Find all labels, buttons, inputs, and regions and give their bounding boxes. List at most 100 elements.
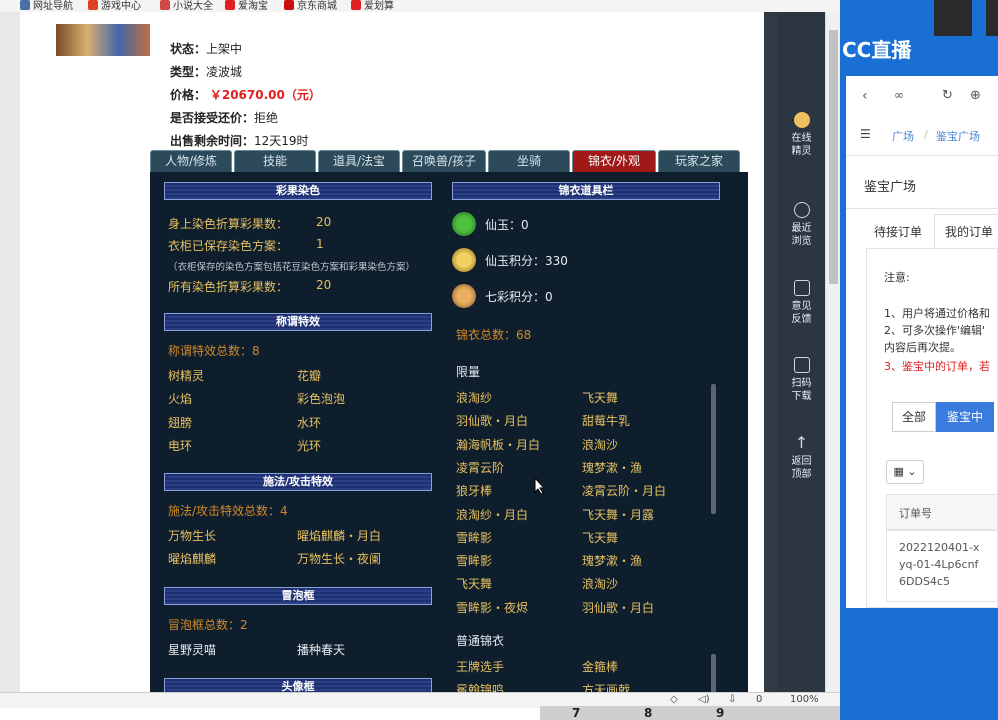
bookmark-item[interactable]: 爱划算 (351, 0, 394, 12)
wardrobe-header: 锦衣道具栏 (452, 182, 720, 200)
spell-effect-item: 万物生长・夜阑 (297, 552, 382, 567)
limited-outfit-item: 浪淘沙 (582, 577, 619, 592)
breadcrumb-sep: / (924, 128, 928, 141)
page-scrollbar[interactable] (825, 12, 840, 706)
back-icon[interactable]: ‹ (862, 88, 868, 104)
tab-4[interactable]: 坐骑 (488, 150, 570, 172)
shield-icon: ◇ (670, 694, 678, 705)
rainbow-points: 七彩积分：0 (485, 290, 553, 304)
user-avatar-icon[interactable] (934, 0, 972, 36)
limited-outfit-item: 羽仙歌・月白 (582, 600, 655, 615)
filter-all-button[interactable]: 全部 (892, 402, 936, 432)
left-gutter (0, 12, 20, 706)
tab-0[interactable]: 人物/修炼 (150, 150, 232, 172)
price-row: 价格： ￥20670.00（元） (170, 88, 321, 102)
dye-total-value: 20 (316, 278, 332, 292)
bookmark-icon (225, 0, 235, 10)
tab-1[interactable]: 技能 (234, 150, 316, 172)
limited-outfit-item: 飞天舞 (456, 577, 493, 592)
title-effect-item: 彩色泡泡 (297, 392, 346, 407)
limited-outfit-item: 飞天舞・月露 (582, 507, 655, 522)
bookmark-item[interactable]: 游戏中心 (88, 0, 141, 12)
dye-total-label: 所有染色折算彩果数： (168, 280, 289, 294)
bookmark-icon (160, 0, 170, 10)
filter-appraising-button[interactable]: 鉴宝中 (936, 402, 994, 432)
appearance-panel: 彩果染色 身上染色折算彩果数： 20 衣柜已保存染色方案： 1 （衣柜保存的染色… (150, 172, 748, 697)
jade-points: 仙玉积分：330 (485, 254, 568, 268)
sidebar-scan[interactable]: 扫码下载 (778, 357, 825, 403)
sidebar-recent[interactable]: 最近浏览 (778, 202, 825, 248)
bookmark-item[interactable]: 京东商城 (284, 0, 337, 12)
notice-3: 3、鉴宝中的订单，若 (884, 360, 990, 373)
limited-scroll-thumb[interactable] (711, 384, 716, 514)
window-chrome (986, 0, 998, 36)
dye-body-label: 身上染色折算彩果数： (168, 217, 289, 231)
title-effect-item: 花瓣 (297, 369, 322, 383)
bookmark-item[interactable]: 小说大全 (160, 0, 213, 12)
type-row: 类型：凌波城 (170, 65, 243, 79)
tab-my-orders[interactable]: 我的订单 (934, 214, 998, 248)
speaker-icon[interactable]: ◁) (698, 694, 710, 705)
spell-effect-item: 曜焰麒麟・月白 (297, 529, 382, 543)
globe-icon[interactable]: ⊕ (970, 88, 981, 103)
breadcrumb-2[interactable]: 鉴宝广场 (936, 128, 980, 144)
bookmark-item[interactable]: 网址导航 (20, 0, 73, 12)
spell-effect-item: 曜焰麒麟 (168, 552, 217, 567)
scrollbar-thumb[interactable] (829, 30, 838, 284)
edit-icon (793, 280, 810, 296)
tab-pending-orders[interactable]: 待接订单 (874, 223, 922, 240)
title-effect-item: 翅膀 (168, 415, 193, 430)
tab-6[interactable]: 玩家之家 (658, 150, 740, 172)
taskbar-num[interactable]: 7 (572, 706, 580, 720)
limited-outfit-item: 瀚海帆板・月白 (456, 437, 541, 452)
floating-sidebar: 在线精灵 最近浏览 意见反馈 扫码下载 ↑ 返回顶部 (778, 12, 825, 706)
block-count[interactable]: 0 (756, 694, 762, 705)
bookmark-bar: 网址导航 游戏中心 小说大全 爱淘宝 京东商城 爱划算 (0, 0, 840, 12)
download-icon[interactable]: ⇩ (728, 694, 736, 705)
refresh-icon[interactable]: ↻ (942, 88, 953, 103)
mouse-cursor-icon (534, 477, 546, 495)
column-toggle-button[interactable]: ▦ ⌄ (886, 460, 924, 484)
dye-body-value: 20 (316, 215, 332, 229)
taskbar-num[interactable]: 9 (716, 706, 724, 720)
bubble-item: 星野灵喵 (168, 643, 217, 657)
normal-scroll-thumb[interactable] (711, 654, 716, 694)
tab-5[interactable]: 锦衣/外观 (572, 150, 656, 172)
spell-effect-item: 万物生长 (168, 529, 217, 543)
sprite-icon (793, 112, 810, 128)
limited-outfit-item: 雪眸影 (456, 554, 493, 569)
limited-outfit-item: 飞天舞 (582, 391, 619, 405)
taskbar-num[interactable]: 8 (644, 706, 652, 720)
zoom-level[interactable]: 100% (790, 694, 819, 705)
title-effect-item: 水环 (297, 415, 322, 430)
jade-icon (452, 212, 476, 236)
bargain-row: 是否接受还价：拒绝 (170, 111, 279, 125)
bookmark-item[interactable]: 爱淘宝 (225, 0, 268, 12)
bubble-item: 播种春天 (297, 643, 346, 657)
limited-outfit-item: 羽仙歌・月白 (456, 414, 529, 429)
sidebar-online-sprite[interactable]: 在线精灵 (778, 112, 825, 158)
sidebar-feedback[interactable]: 意见反馈 (778, 280, 825, 326)
title-effect-item: 火焰 (168, 392, 193, 407)
cc-logo: CC直播 (842, 38, 912, 62)
table-row[interactable]: 2022120401-xyq-01-4Lp6cnf6DDS4c5 (886, 530, 998, 602)
arrow-up-icon: ↑ (794, 433, 809, 452)
menu-icon[interactable]: ☰ (860, 127, 871, 141)
title-effect-item: 树精灵 (168, 369, 205, 383)
limited-outfit-item: 浪淘沙 (582, 437, 619, 452)
title-effect-header: 称谓特效 (164, 313, 432, 331)
notice-title: 注意: (884, 271, 910, 284)
normal-outfit-item: 金箍棒 (582, 660, 619, 674)
bubble-header: 冒泡框 (164, 587, 432, 605)
limited-outfit-item: 瑰梦漱・渔 (582, 460, 643, 475)
normal-label: 普通锦衣 (456, 634, 505, 648)
scan-icon (793, 357, 810, 373)
time-left-row: 出售剩余时间：12天19时 (170, 134, 309, 148)
sidebar-top[interactable]: ↑ 返回顶部 (778, 435, 825, 481)
breadcrumb-1[interactable]: 广场 (892, 128, 914, 144)
character-thumbnail (56, 24, 150, 56)
tab-2[interactable]: 道具/法宝 (318, 150, 400, 172)
dye-header: 彩果染色 (164, 182, 432, 200)
tab-3[interactable]: 召唤兽/孩子 (402, 150, 486, 172)
link-icon[interactable]: ∞ (894, 88, 904, 102)
